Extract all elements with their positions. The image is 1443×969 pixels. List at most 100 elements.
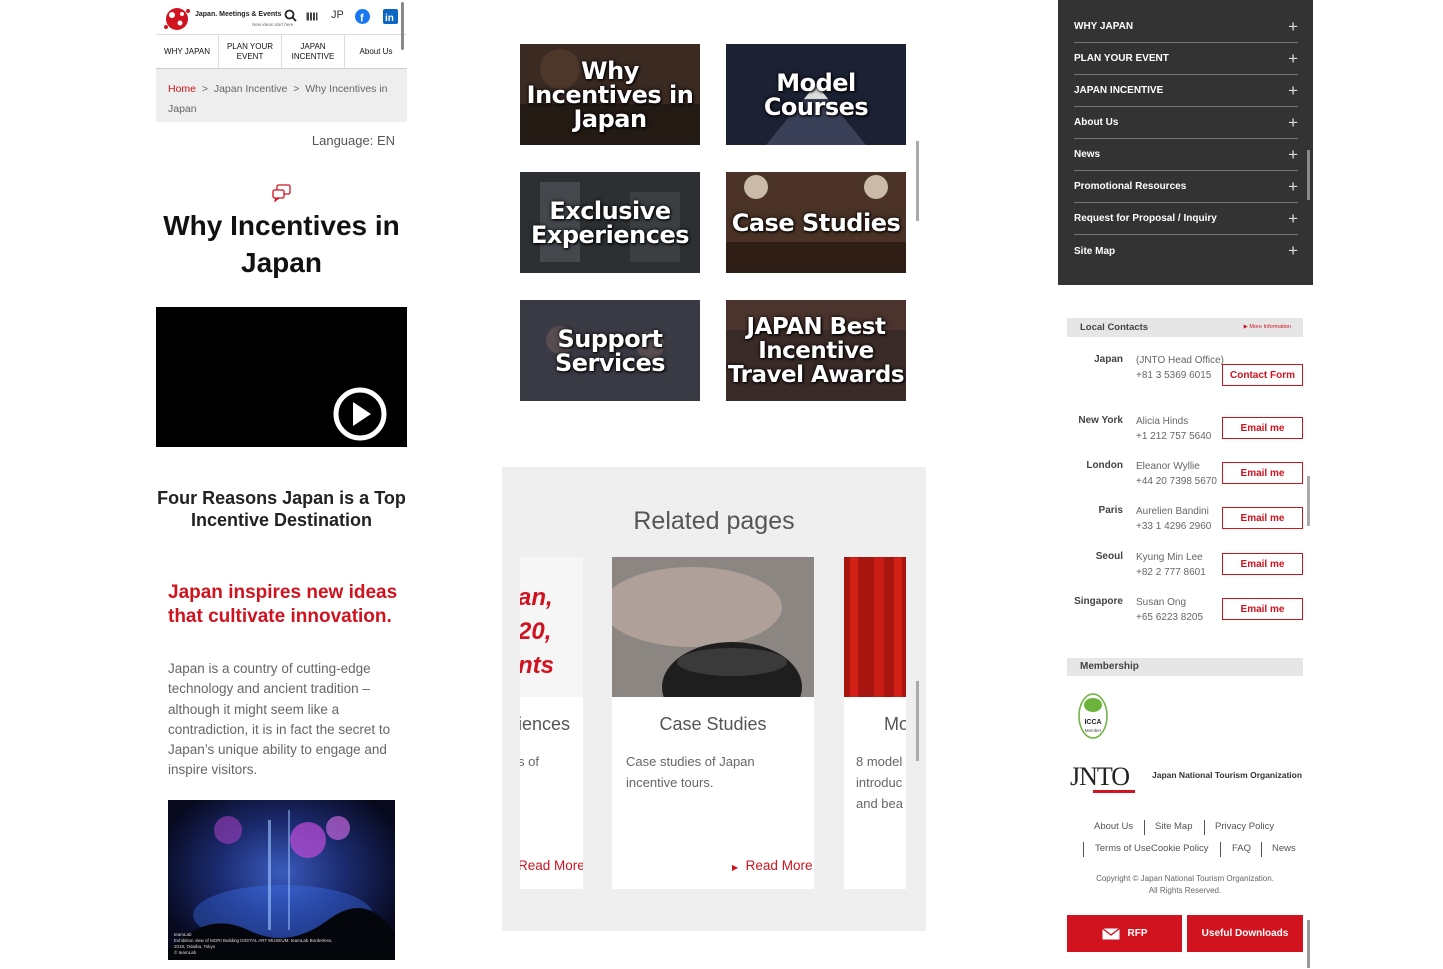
- facebook-icon[interactable]: f: [355, 9, 370, 24]
- rfp-button[interactable]: RFP: [1067, 915, 1182, 952]
- scrollbar[interactable]: [1307, 476, 1310, 526]
- contact-city: Singapore: [1074, 596, 1123, 607]
- contact-city: New York: [1078, 415, 1123, 426]
- plus-icon[interactable]: +: [1288, 145, 1298, 165]
- card-description: s of: [520, 754, 539, 769]
- related-pages-section: Related pages an, 20, nts iences s of Re…: [502, 467, 926, 931]
- tile-best-incentive-awards[interactable]: JAPAN Best Incentive Travel Awards: [726, 300, 906, 401]
- related-card-next[interactable]: Mo 8 model introduc and bea: [844, 557, 906, 889]
- svg-text:Member: Member: [1085, 728, 1102, 733]
- footer-link-faq[interactable]: FAQ: [1232, 843, 1251, 854]
- scrollbar[interactable]: [916, 681, 919, 761]
- suitcase-icon[interactable]: [306, 11, 318, 21]
- reason-heading: Japan inspires new ideas that cultivate …: [168, 582, 398, 627]
- teamlab-photo: teamLab Exhibition view of MORI Building…: [168, 800, 395, 960]
- footer-link-about-us[interactable]: About Us: [1094, 821, 1133, 832]
- breadcrumb-separator: >: [201, 83, 208, 95]
- play-icon[interactable]: [333, 387, 387, 441]
- menu-label: Site Map: [1074, 245, 1116, 257]
- mobile-page-column: Japan. Meetings & Events New ideas start…: [156, 0, 407, 969]
- nav-plan-your-event[interactable]: PLAN YOUR EVENT: [219, 35, 282, 68]
- contact-city: Japan: [1094, 354, 1123, 365]
- related-pages-heading: Related pages: [633, 507, 795, 535]
- menu-item-news[interactable]: News +: [1074, 139, 1298, 171]
- search-icon[interactable]: [284, 9, 297, 22]
- scrollbar[interactable]: [401, 2, 404, 50]
- contact-city: Seoul: [1095, 551, 1123, 562]
- tile-case-studies[interactable]: Case Studies: [726, 172, 906, 273]
- related-card-prev[interactable]: an, 20, nts iences s of Read More: [520, 557, 583, 889]
- tile-why-incentives[interactable]: Why Incentives in Japan: [520, 44, 700, 145]
- caret-right-icon: ▶: [732, 863, 739, 872]
- footer-link-news[interactable]: News: [1272, 843, 1296, 854]
- contact-form-button[interactable]: Contact Form: [1222, 364, 1303, 386]
- contact-info: Eleanor Wyllie +44 20 7398 5670: [1136, 461, 1217, 487]
- breadcrumb-home[interactable]: Home: [168, 83, 196, 95]
- plus-icon[interactable]: +: [1288, 113, 1298, 133]
- menu-item-plan-your-event[interactable]: PLAN YOUR EVENT +: [1074, 43, 1298, 75]
- card-description: Case studies of Japan incentive tours.: [626, 754, 755, 790]
- related-card-case-studies[interactable]: Case Studies Case studies of Japan incen…: [612, 557, 814, 889]
- more-information-label: More Information: [1249, 324, 1291, 330]
- jnto-logo[interactable]: JNTO: [1070, 762, 1130, 792]
- contact-city: London: [1086, 460, 1123, 471]
- scrollbar[interactable]: [1307, 920, 1310, 968]
- breadcrumb-separator: >: [293, 83, 300, 95]
- plus-icon[interactable]: +: [1288, 209, 1298, 229]
- useful-downloads-button[interactable]: Useful Downloads: [1187, 915, 1303, 952]
- more-information-link[interactable]: ▶ More Information: [1244, 318, 1291, 337]
- menu-item-promotional-resources[interactable]: Promotional Resources +: [1074, 171, 1298, 203]
- email-button-singapore[interactable]: Email me: [1222, 598, 1303, 620]
- nav-why-japan[interactable]: WHY JAPAN: [156, 35, 219, 68]
- card-title: Mo: [884, 714, 906, 734]
- menu-item-site-map[interactable]: Site Map +: [1074, 235, 1298, 267]
- email-button-london[interactable]: Email me: [1222, 462, 1303, 484]
- tile-support-services[interactable]: Support Services: [520, 300, 700, 401]
- footer-divider: [1261, 842, 1262, 857]
- tile-exclusive-experiences[interactable]: Exclusive Experiences: [520, 172, 700, 273]
- side-menu: WHY JAPAN + PLAN YOUR EVENT + JAPAN INCENT…: [1058, 0, 1313, 285]
- linkedin-icon[interactable]: in: [383, 9, 398, 24]
- email-button-seoul[interactable]: Email me: [1222, 553, 1303, 575]
- plus-icon[interactable]: +: [1288, 177, 1298, 197]
- scrollbar[interactable]: [1307, 150, 1310, 200]
- plus-icon[interactable]: +: [1288, 17, 1298, 37]
- video-player[interactable]: [156, 307, 407, 447]
- sakura-logo-icon[interactable]: [162, 5, 192, 33]
- footer-link-privacy-policy[interactable]: Privacy Policy: [1215, 821, 1274, 832]
- language-toggle[interactable]: JP: [331, 9, 344, 21]
- menu-item-why-japan[interactable]: WHY JAPAN +: [1074, 11, 1298, 43]
- card-image-text: an, 20, nts: [520, 584, 554, 679]
- menu-item-about-us[interactable]: About Us +: [1074, 107, 1298, 139]
- contact-info: Kyung Min Lee +82 2 777 8601: [1136, 552, 1206, 578]
- language-label[interactable]: Language: EN: [312, 133, 395, 148]
- nav-japan-incentive[interactable]: JAPAN INCENTIVE: [282, 35, 345, 68]
- tile-model-courses[interactable]: Model Courses: [726, 44, 906, 145]
- plus-icon[interactable]: +: [1288, 49, 1298, 69]
- scrollbar[interactable]: [916, 141, 919, 221]
- read-more-link[interactable]: ▶ Read More: [732, 858, 812, 873]
- menu-item-request-for-proposal[interactable]: Request for Proposal / Inquiry +: [1074, 203, 1298, 235]
- tile-label: Exclusive Experiences: [530, 196, 690, 249]
- read-more-link[interactable]: Read More: [520, 858, 583, 873]
- menu-item-japan-incentive[interactable]: JAPAN INCENTIVE +: [1074, 75, 1298, 107]
- page-title: Why Incentives in Japan: [163, 210, 400, 278]
- icca-member-badge-icon[interactable]: ICCA Member: [1078, 693, 1108, 739]
- tile-label: Case Studies: [731, 208, 901, 237]
- card-title: iences: [520, 714, 571, 734]
- nav-about-us[interactable]: About Us: [345, 35, 407, 68]
- plus-icon[interactable]: +: [1288, 81, 1298, 101]
- menu-label: News: [1074, 149, 1101, 160]
- footer-link-site-map[interactable]: Site Map: [1155, 821, 1193, 832]
- email-button-paris[interactable]: Email me: [1222, 507, 1303, 529]
- main-nav: WHY JAPAN PLAN YOUR EVENT JAPAN INCENTIV…: [156, 34, 407, 69]
- tile-label: Why Incentives in Japan: [526, 56, 694, 133]
- logo-tagline: New ideas start here: [252, 22, 294, 27]
- contact-info: Aurelien Bandini +33 1 4296 2960: [1136, 506, 1212, 532]
- plus-icon[interactable]: +: [1288, 241, 1298, 261]
- breadcrumb-japan-incentive[interactable]: Japan Incentive: [214, 83, 288, 95]
- contact-info: (JNTO Head Office) +81 3 5369 6015: [1136, 355, 1224, 381]
- footer-link-terms-cookie[interactable]: Terms of UseCookie Policy: [1095, 843, 1209, 854]
- membership-heading: Membership: [1067, 658, 1303, 676]
- email-button-new-york[interactable]: Email me: [1222, 417, 1303, 439]
